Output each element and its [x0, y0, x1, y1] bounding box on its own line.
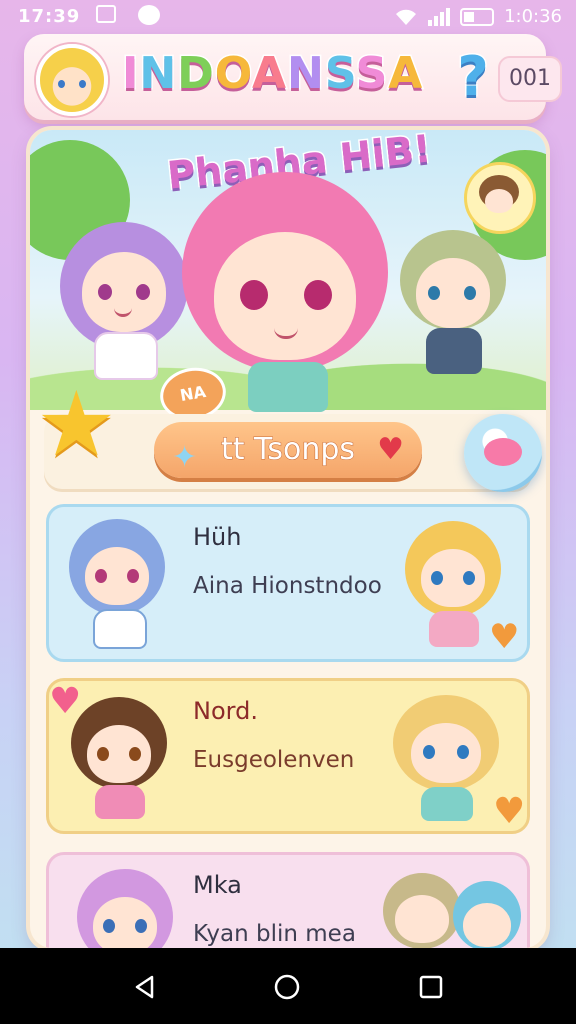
avatar-eyes — [58, 80, 86, 88]
system-navigation-bar — [0, 948, 576, 1024]
card-title: Nord. — [193, 697, 258, 725]
app-title: INDOANSSA — [120, 47, 424, 101]
pet-bubble-button[interactable] — [464, 414, 542, 492]
heart-icon: ♥ — [377, 432, 404, 467]
card-character-blonde-girl-2 — [393, 695, 503, 825]
card-subtitle: Kyan blin mea — [193, 921, 356, 947]
heart-icon: ♥ — [493, 791, 526, 832]
image-notification-icon — [96, 5, 116, 23]
action-row: ✦ tt Tsonps ♥ — [44, 414, 542, 492]
signal-icon — [428, 7, 451, 26]
list-item[interactable]: Mka Kyan blin mea — [46, 852, 530, 948]
home-icon[interactable] — [274, 974, 300, 1000]
status-bar: 17:39 1:0:36 — [0, 0, 576, 32]
character-green-boy[interactable] — [400, 230, 510, 380]
heart-icon: ♥ — [489, 617, 520, 657]
card-subtitle: Eusgeolenven — [193, 747, 355, 773]
card-title: Hüh — [193, 523, 242, 551]
card-subtitle: Aina Hionstndoo — [193, 573, 382, 599]
list-item[interactable]: ♥ Nord. Eusgeolenven ♥ — [46, 678, 530, 834]
star-icon: ★ — [36, 372, 117, 477]
wifi-icon — [396, 9, 417, 25]
card-title: Mka — [193, 871, 242, 899]
sparkle-icon: ✦ — [172, 440, 198, 475]
status-notification-icons — [96, 5, 160, 25]
action-button[interactable]: ✦ tt Tsonps ♥ — [154, 422, 422, 478]
card-character-brown-girl — [71, 697, 171, 823]
status-clock: 1:0:36 — [504, 6, 562, 27]
app-header: INDOANSSA ? 001 — [24, 34, 562, 120]
back-icon[interactable] — [132, 974, 158, 1000]
action-button-label: tt Tsonps — [220, 432, 356, 468]
main-panel: Phanha HiB! NA ★ ✦ tt Tsonps ♥ Hüh Aina … — [30, 130, 546, 948]
card-character-blue-girl — [69, 519, 169, 649]
pink-blob-icon — [484, 438, 522, 466]
list-item[interactable]: Hüh Aina Hionstndoo ♥ — [46, 504, 530, 662]
card-character-lilac-girl — [77, 869, 177, 948]
card-character-teal-girl — [453, 881, 523, 948]
card-character-tan-boy — [383, 873, 463, 948]
character-bubble-boy[interactable] — [464, 162, 536, 234]
chat-notification-icon — [138, 5, 160, 25]
hero-scene: Phanha HiB! NA — [30, 130, 546, 426]
status-time: 17:39 — [18, 6, 81, 27]
question-mark-icon[interactable]: ? — [452, 46, 494, 107]
heart-icon: ♥ — [49, 681, 82, 722]
recent-apps-icon[interactable] — [418, 974, 444, 1000]
player-avatar[interactable] — [36, 44, 108, 116]
battery-icon — [460, 7, 495, 26]
level-counter: 001 — [498, 56, 562, 102]
character-purple-girl[interactable] — [60, 222, 190, 382]
status-system-icons: 1:0:36 — [394, 6, 562, 27]
